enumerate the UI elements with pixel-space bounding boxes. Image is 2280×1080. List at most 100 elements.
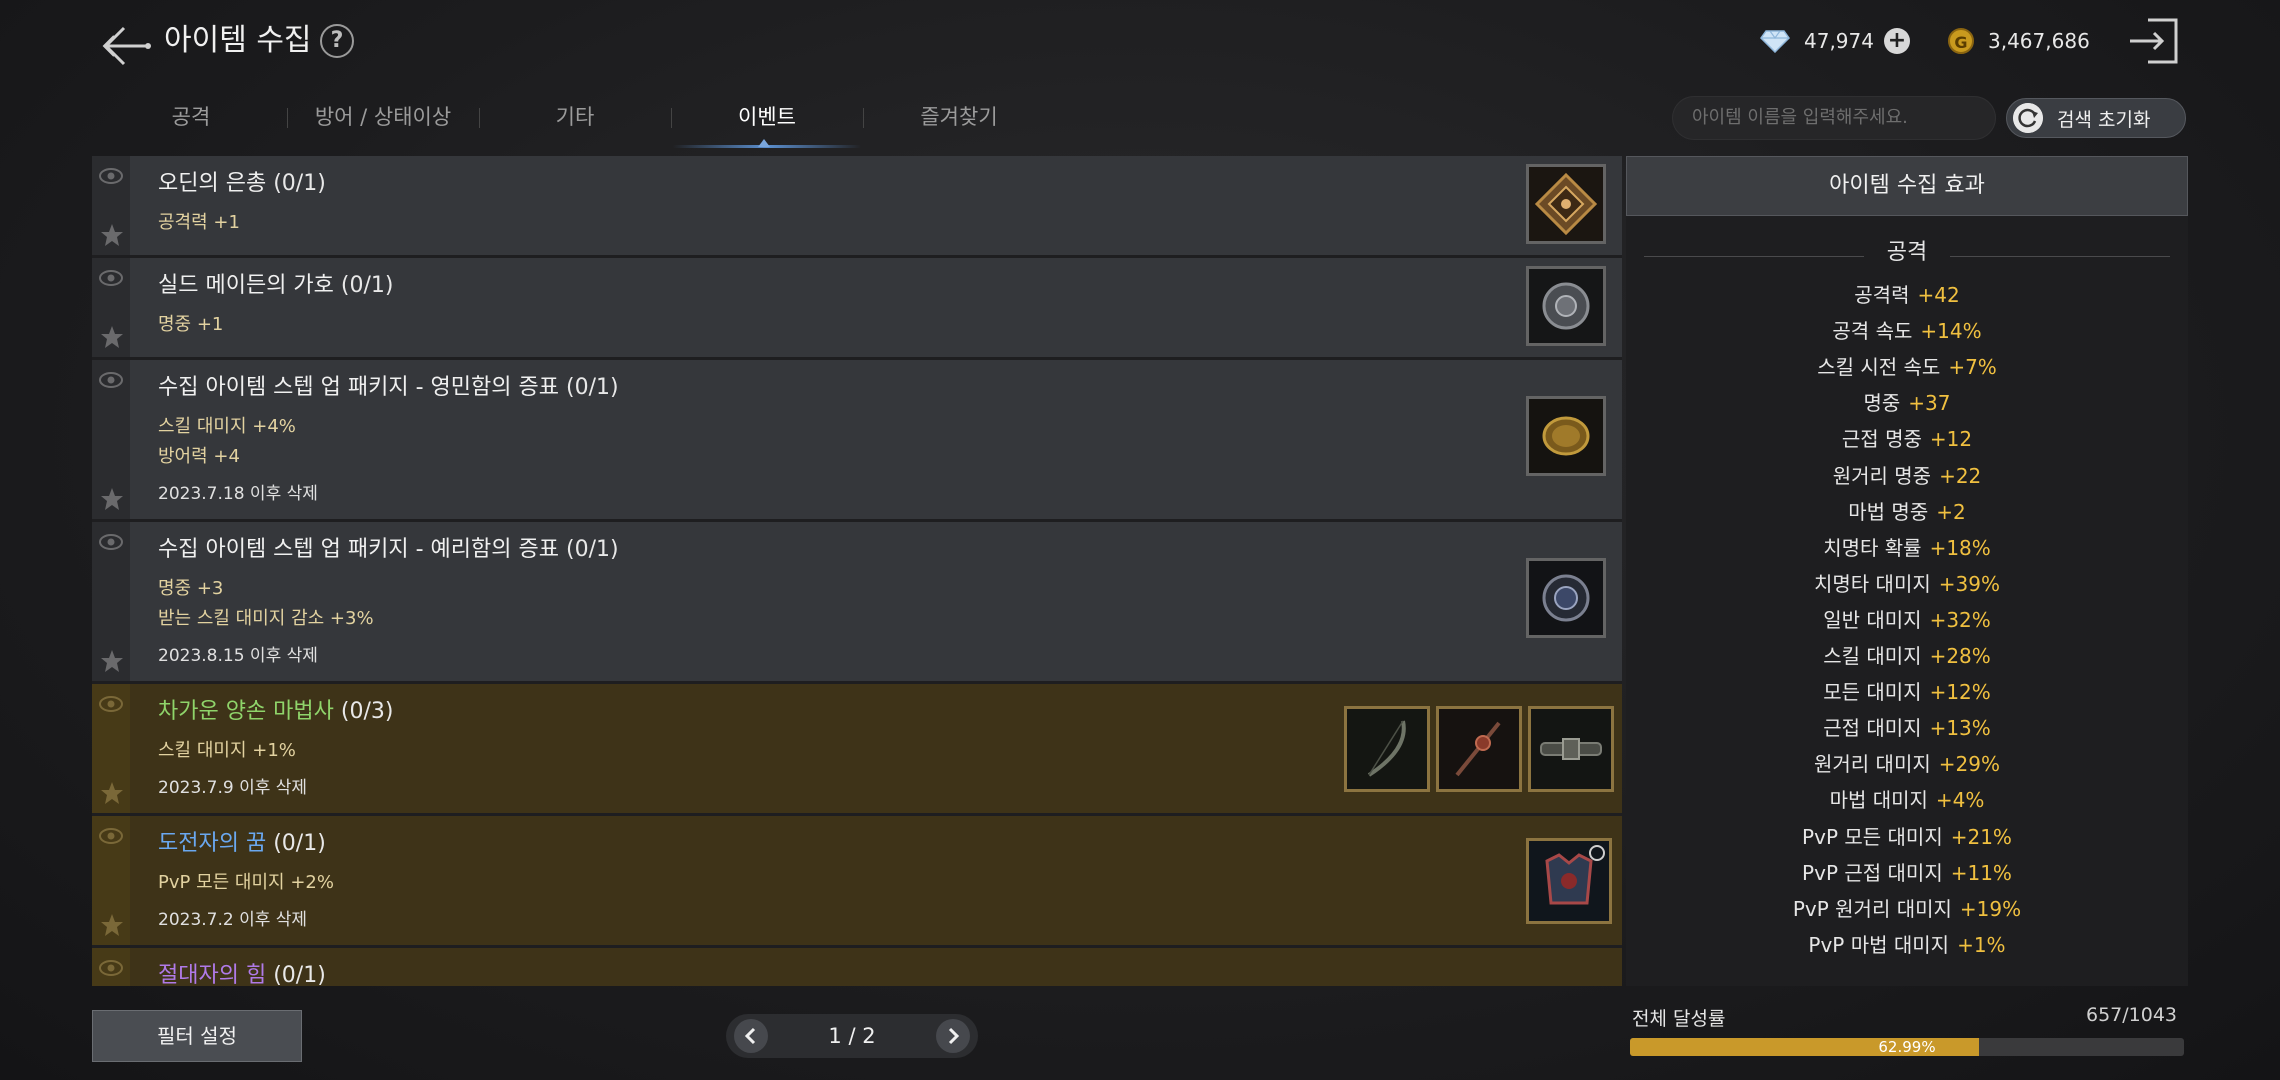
- progress-percent: 62.99%: [1878, 1038, 1936, 1056]
- item-slot[interactable]: [1526, 266, 1606, 346]
- effect-label: 스킬 대미지: [1823, 644, 1922, 668]
- effect-value: +29%: [1938, 752, 2000, 777]
- effect-label: PvP 근접 대미지: [1802, 860, 1943, 885]
- add-diamond-button[interactable]: +: [1883, 28, 1910, 54]
- collection-row[interactable]: 오딘의 은총 (0/1) 공격력 +1: [92, 156, 1622, 258]
- filter-settings-button[interactable]: 필터 설정: [92, 1010, 302, 1062]
- effect-row: PvP 원거리 대미지 +19%: [1626, 892, 2188, 926]
- diamond-amount: 47,974: [1804, 29, 1874, 53]
- collection-name: 수집 아이템 스텝 업 패키지 - 영민함의 증표 (0/1): [158, 375, 619, 400]
- collection-row[interactable]: 차가운 양손 마법사 (0/3) 스킬 대미지 +1% 2023.7.9 이후 …: [92, 684, 1622, 816]
- collection-name: 오딘의 은총 (0/1): [158, 171, 326, 196]
- collection-effects-panel: 아이템 수집 효과 공격 공격력 +42 공격 속도 +14% 스킬 시전 속도 +7% 명…: [1626, 156, 2188, 986]
- belt-icon: [1531, 709, 1611, 789]
- collection-stat: 명중 +3: [158, 578, 224, 599]
- effect-value: +2: [1936, 499, 1966, 524]
- effect-label: 치명타 대미지: [1814, 571, 1931, 596]
- collection-row[interactable]: 실드 메이든의 가호 (0/1) 명중 +1: [92, 258, 1622, 360]
- effect-row: 스킬 대미지 +28%: [1626, 639, 2188, 673]
- page-title: 아이템 수집: [164, 23, 312, 58]
- item-slot[interactable]: [1526, 396, 1606, 476]
- progress-count: 657/1043: [2086, 1004, 2178, 1026]
- collection-row[interactable]: 수집 아이템 스텝 업 패키지 - 예리함의 증표 (0/1) 명중 +3 받는…: [92, 522, 1622, 684]
- item-slot[interactable]: [1344, 706, 1430, 792]
- expiry-date: 2023.8.15 이후 삭제: [158, 646, 318, 666]
- effect-value: +7%: [1948, 355, 1997, 380]
- eye-icon[interactable]: [98, 268, 124, 288]
- item-slot[interactable]: [1526, 164, 1606, 244]
- diamond-icon: [1760, 30, 1790, 53]
- effect-label: 원거리 대미지: [1814, 752, 1931, 777]
- effect-row: 원거리 명중 +22: [1626, 459, 2188, 493]
- star-icon[interactable]: [99, 486, 125, 512]
- eye-icon[interactable]: [98, 958, 124, 978]
- back-button[interactable]: [98, 18, 154, 74]
- progress-label: 전체 달성률: [1632, 1008, 1726, 1030]
- effect-row: PvP 마법 대미지 +1%: [1626, 928, 2188, 962]
- effect-row: 원거리 대미지 +29%: [1626, 747, 2188, 781]
- star-icon[interactable]: [99, 324, 125, 350]
- effect-label: 근접 대미지: [1823, 716, 1922, 741]
- star-icon[interactable]: [99, 222, 125, 248]
- star-icon[interactable]: [99, 648, 125, 674]
- eye-icon[interactable]: [98, 826, 124, 846]
- expiry-date: 2023.7.18 이후 삭제: [158, 484, 318, 504]
- collection-row[interactable]: 도전자의 꿈 (0/1) PvP 모든 대미지 +2% 2023.7.2 이후 …: [92, 816, 1622, 948]
- item-slot[interactable]: [1526, 838, 1612, 924]
- collection-stat: 방어력 +4: [158, 446, 240, 467]
- effect-row: 근접 대미지 +13%: [1626, 711, 2188, 745]
- tab-defense-status[interactable]: 방어 / 상태이상: [287, 94, 479, 150]
- star-icon[interactable]: [99, 780, 125, 806]
- effects-section-title: 공격: [1886, 240, 1928, 265]
- collection-row[interactable]: 수집 아이템 스텝 업 패키지 - 영민함의 증표 (0/1) 스킬 대미지 +…: [92, 360, 1622, 522]
- collection-row[interactable]: 절대자의 힘 (0/1): [92, 948, 1622, 986]
- collection-stat: 스킬 대미지 +4%: [158, 416, 296, 437]
- effect-label: 스킬 시전 속도: [1817, 355, 1941, 380]
- tab-attack[interactable]: 공격: [95, 94, 287, 150]
- progress-bar: 62.99%: [1630, 1038, 2184, 1056]
- collection-name: 실드 메이든의 가호 (0/1): [158, 273, 394, 298]
- refresh-icon: [2013, 103, 2043, 133]
- item-slot[interactable]: [1436, 706, 1522, 792]
- item-slot[interactable]: [1526, 558, 1606, 638]
- effect-value: +28%: [1929, 644, 1991, 668]
- collection-name: 차가운 양손 마법사 (0/3): [158, 699, 394, 724]
- clock-icon: [1589, 845, 1605, 861]
- eye-icon[interactable]: [98, 370, 124, 390]
- eye-icon[interactable]: [98, 694, 124, 714]
- effect-label: 근접 명중: [1841, 427, 1922, 452]
- effect-row: 모든 대미지 +12%: [1626, 675, 2188, 709]
- item-slot[interactable]: [1528, 706, 1614, 792]
- effect-label: PvP 모든 대미지: [1802, 824, 1943, 849]
- effect-value: +12%: [1929, 680, 1991, 705]
- exit-button[interactable]: [2126, 16, 2182, 66]
- star-icon[interactable]: [99, 912, 125, 938]
- effect-label: 치명타 확률: [1823, 535, 1922, 560]
- bow-icon: [1347, 709, 1427, 789]
- next-page-button[interactable]: [936, 1019, 970, 1053]
- collection-name: 도전자의 꿈 (0/1): [158, 831, 326, 856]
- effect-label: 원거리 명중: [1832, 463, 1932, 488]
- tab-favorites[interactable]: 즐겨찾기: [863, 94, 1055, 150]
- rune-diamond-icon: [1529, 167, 1603, 241]
- effect-label: 마법 대미지: [1829, 788, 1928, 813]
- effect-row: PvP 모든 대미지 +21%: [1626, 820, 2188, 854]
- eye-icon[interactable]: [98, 532, 124, 552]
- diamond-currency: 47,974 +: [1760, 24, 1910, 58]
- effect-value: +12: [1929, 427, 1973, 452]
- reset-search-label: 검색 초기화: [2057, 108, 2151, 131]
- effect-value: +22: [1939, 463, 1982, 488]
- reset-search-button[interactable]: 검색 초기화: [2006, 98, 2186, 138]
- effects-title: 아이템 수집 효과: [1626, 156, 2188, 216]
- collection-stat: 공격력 +1: [158, 212, 240, 233]
- collection-list[interactable]: 오딘의 은총 (0/1) 공격력 +1 실드 메이든의 가호 (0/1) 명중 …: [92, 156, 1622, 986]
- eye-icon[interactable]: [98, 166, 124, 186]
- effect-label: PvP 원거리 대미지: [1792, 896, 1952, 921]
- effect-value: +14%: [1920, 319, 1982, 344]
- tab-etc[interactable]: 기타: [479, 94, 671, 150]
- round-shield-icon: [1529, 269, 1603, 343]
- search-input[interactable]: 아이템 이름을 입력해주세요.: [1672, 96, 1996, 140]
- help-icon[interactable]: ?: [320, 24, 354, 58]
- expiry-date: 2023.7.2 이후 삭제: [158, 910, 308, 930]
- effect-row: 공격 속도 +14%: [1626, 314, 2188, 348]
